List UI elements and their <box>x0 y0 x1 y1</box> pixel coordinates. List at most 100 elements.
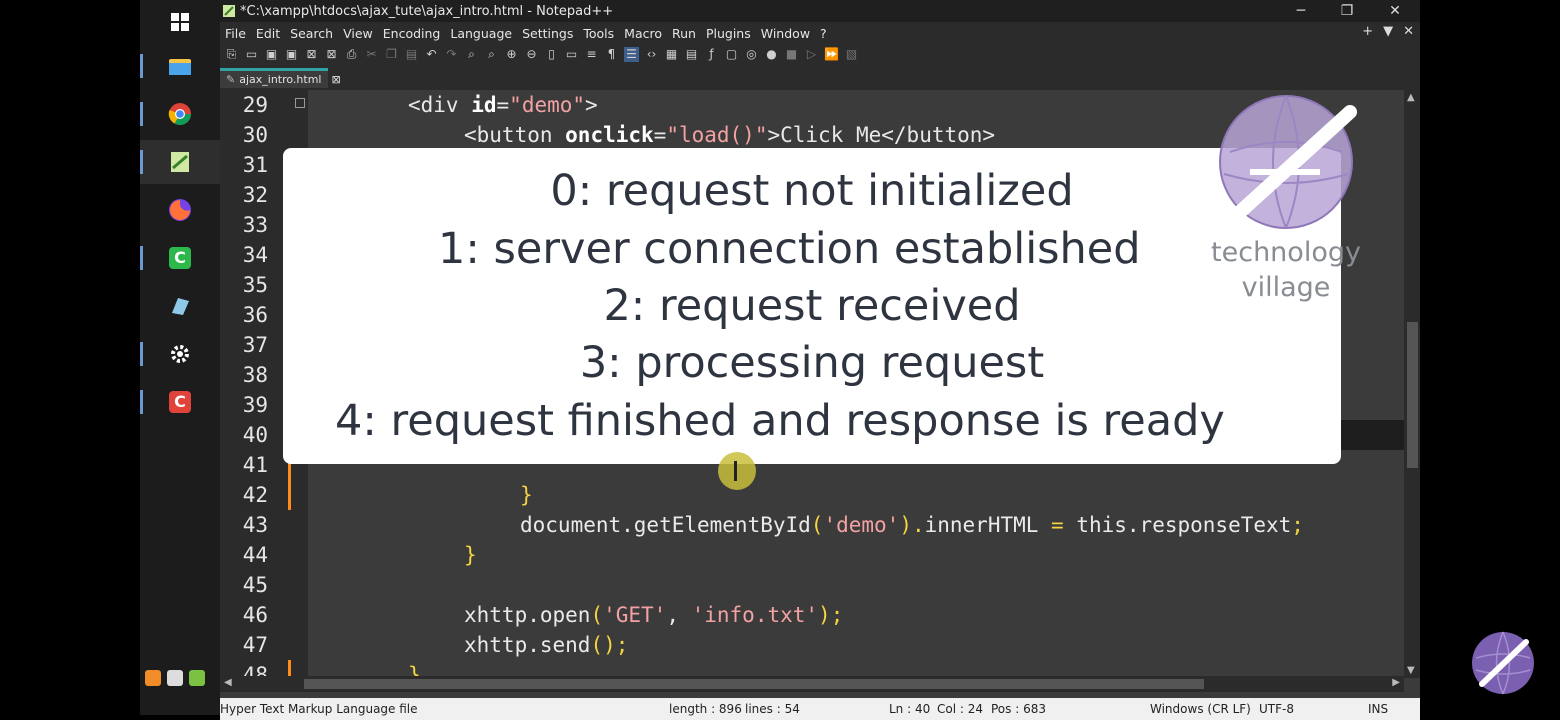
find-icon[interactable]: ⌕ <box>464 47 479 62</box>
horizontal-scroll-thumb[interactable] <box>304 679 1204 689</box>
copy-icon[interactable]: ❐ <box>384 47 399 62</box>
show-all-chars-icon[interactable]: ¶ <box>604 47 619 62</box>
tab-bar: ✎ ajax_intro.html ⊠ <box>220 64 1420 90</box>
menu-help[interactable]: ? <box>815 26 832 41</box>
horizontal-scrollbar[interactable]: ◀ ▶ <box>220 676 1404 692</box>
status-mode[interactable]: INS <box>1368 702 1388 716</box>
taskbar-indicator <box>140 246 143 270</box>
zoom-out-icon[interactable]: ⊖ <box>524 47 539 62</box>
line-number: 31 <box>242 153 268 177</box>
doc-map-icon[interactable]: ▦ <box>664 47 679 62</box>
cut-icon[interactable]: ✂ <box>364 47 379 62</box>
tray-app-icon[interactable] <box>189 670 205 686</box>
save-icon[interactable]: ▣ <box>264 47 279 62</box>
taskbar-file-explorer[interactable] <box>140 44 220 88</box>
line-number: 40 <box>242 423 268 447</box>
vertical-scroll-thumb[interactable] <box>1407 322 1418 468</box>
fold-toggle-icon[interactable] <box>295 98 305 108</box>
paste-icon[interactable]: ▤ <box>404 47 419 62</box>
scroll-right-icon[interactable]: ▶ <box>1392 677 1400 688</box>
tab-ajax-intro[interactable]: ✎ ajax_intro.html ⊠ <box>220 68 341 88</box>
scroll-down-icon[interactable]: ▼ <box>1407 665 1415 676</box>
add-button[interactable]: + <box>1362 24 1373 39</box>
maximize-button[interactable]: ❐ <box>1324 0 1370 22</box>
recorder-icon: C <box>169 391 191 413</box>
word-wrap-icon[interactable]: ≡ <box>584 47 599 62</box>
open-file-icon[interactable]: ▭ <box>244 47 259 62</box>
scroll-up-icon[interactable]: ▲ <box>1407 92 1415 103</box>
print-icon[interactable]: ⎙ <box>344 47 359 62</box>
save-all-icon[interactable]: ▣ <box>284 47 299 62</box>
line-number: 39 <box>242 393 268 417</box>
taskbar-settings[interactable] <box>140 332 220 376</box>
close-doc-button[interactable]: ✕ <box>1403 24 1414 39</box>
menu-edit[interactable]: Edit <box>251 26 285 41</box>
record-macro-icon[interactable]: ● <box>764 47 779 62</box>
camtasia-icon: C <box>169 247 191 269</box>
monitor-icon[interactable]: ▢ <box>724 47 739 62</box>
close-all-icon[interactable]: ⊠ <box>324 47 339 62</box>
code-line-29: <div id="demo"> <box>408 93 598 117</box>
close-button[interactable]: ✕ <box>1372 0 1418 22</box>
taskbar-app[interactable] <box>140 284 220 328</box>
tray-shield-icon[interactable] <box>167 670 183 686</box>
taskbar-notepadpp[interactable] <box>140 140 220 184</box>
sync-vertical-icon[interactable]: ▯ <box>544 47 559 62</box>
minimize-button[interactable]: ─ <box>1278 0 1324 22</box>
close-file-icon[interactable]: ⊠ <box>304 47 319 62</box>
status-encoding[interactable]: UTF-8 <box>1259 702 1294 716</box>
menu-language[interactable]: Language <box>445 26 517 41</box>
folder-workspace-icon[interactable]: ◎ <box>744 47 759 62</box>
tray-xampp-icon[interactable] <box>145 670 161 686</box>
menu-search[interactable]: Search <box>285 26 338 41</box>
zoom-in-icon[interactable]: ⊕ <box>504 47 519 62</box>
code-line-43: document.getElementById('demo').innerHTM… <box>520 513 1304 537</box>
undo-icon[interactable]: ↶ <box>424 47 439 62</box>
scroll-left-icon[interactable]: ◀ <box>224 677 232 688</box>
menu-window[interactable]: Window <box>756 26 815 41</box>
tab-close-icon[interactable]: ⊠ <box>331 73 340 86</box>
save-macro-icon[interactable]: ▧ <box>844 47 859 62</box>
taskbar-camtasia-recorder[interactable]: C <box>140 380 220 424</box>
stop-macro-icon[interactable]: ■ <box>784 47 799 62</box>
dropdown-button[interactable]: ▼ <box>1383 24 1393 39</box>
sync-horizontal-icon[interactable]: ▭ <box>564 47 579 62</box>
windows-start-button[interactable] <box>140 0 220 44</box>
line-number: 41 <box>242 453 268 477</box>
line-number: 42 <box>242 483 268 507</box>
line-number: 32 <box>242 183 268 207</box>
status-pos: Pos : 683 <box>991 702 1046 716</box>
menu-tools[interactable]: Tools <box>578 26 619 41</box>
redo-icon[interactable]: ↷ <box>444 47 459 62</box>
menu-encoding[interactable]: Encoding <box>378 26 446 41</box>
line-number: 30 <box>242 123 268 147</box>
logo-text-line1: technology <box>1211 237 1361 268</box>
menu-view[interactable]: View <box>338 26 378 41</box>
menu-run[interactable]: Run <box>667 26 701 41</box>
indent-guide-icon[interactable]: ☰ <box>624 46 639 62</box>
status-eol[interactable]: Windows (CR LF) <box>1150 702 1251 716</box>
chrome-icon <box>168 103 191 125</box>
taskbar: C C <box>140 0 220 715</box>
function-list-icon[interactable]: ƒ <box>704 47 719 62</box>
code-line-47: xhttp.send(); <box>464 633 629 657</box>
menu-file[interactable]: File <box>220 26 251 41</box>
line-number: 46 <box>242 603 268 627</box>
menu-settings[interactable]: Settings <box>517 26 578 41</box>
run-macro-multiple-icon[interactable]: ⏩ <box>824 47 839 62</box>
line-number-gutter: 29 30 31 32 33 34 35 36 37 38 39 40 41 4… <box>220 90 292 678</box>
taskbar-firefox[interactable] <box>140 188 220 232</box>
menu-macro[interactable]: Macro <box>619 26 667 41</box>
doc-list-icon[interactable]: ▤ <box>684 47 699 62</box>
system-tray <box>145 670 205 686</box>
status-col: Col : 24 <box>937 702 983 716</box>
new-file-icon[interactable]: ⎘ <box>224 47 239 62</box>
vertical-scrollbar[interactable]: ▲ ▼ <box>1404 90 1420 678</box>
lang-xml-icon[interactable]: ‹› <box>644 47 659 62</box>
taskbar-chrome[interactable] <box>140 92 220 136</box>
replace-icon[interactable]: ⌕ <box>484 47 499 62</box>
play-macro-icon[interactable]: ▷ <box>804 47 819 62</box>
line-number: 36 <box>242 303 268 327</box>
taskbar-camtasia[interactable]: C <box>140 236 220 280</box>
menu-plugins[interactable]: Plugins <box>701 26 756 41</box>
